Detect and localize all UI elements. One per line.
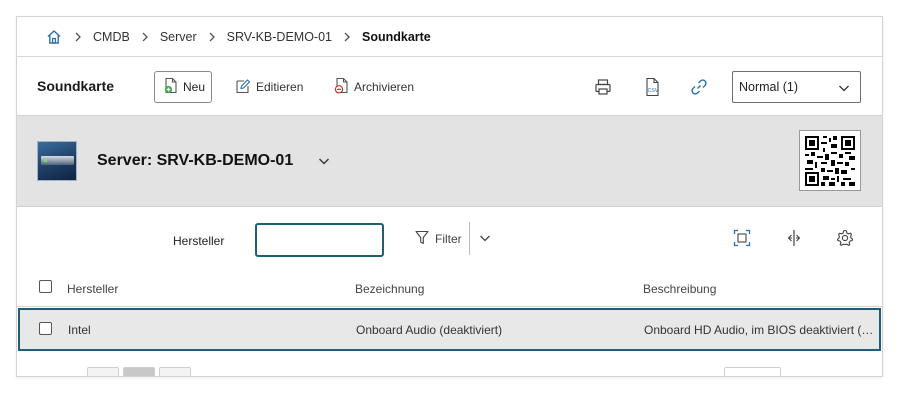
qr-code[interactable] xyxy=(799,130,861,191)
filter-icon xyxy=(415,230,429,248)
column-header-beschreibung[interactable]: Beschreibung xyxy=(643,282,716,296)
fullscreen-icon[interactable] xyxy=(731,227,753,249)
cell-bezeichnung: Onboard Audio (deaktiviert) xyxy=(356,323,503,337)
svg-text:CSV: CSV xyxy=(648,88,659,94)
object-header: Server: SRV-KB-DEMO-01 xyxy=(17,116,882,207)
filter-row: Hersteller Filter xyxy=(17,207,882,267)
page-title: Soundkarte xyxy=(37,78,115,94)
toolbar: Soundkarte Neu Editieren Archivieren CSV xyxy=(17,57,882,116)
csv-export-icon[interactable]: CSV xyxy=(641,76,663,98)
filter-field-label: Hersteller xyxy=(173,234,225,248)
column-resize-icon[interactable] xyxy=(783,227,805,249)
home-icon[interactable] xyxy=(45,28,63,46)
pagination-button[interactable] xyxy=(87,367,119,376)
chevron-right-icon xyxy=(332,32,362,42)
new-button-label: Neu xyxy=(183,80,206,94)
chevron-right-icon xyxy=(130,32,160,42)
pagination-button[interactable] xyxy=(123,367,155,376)
table-row[interactable]: Intel Onboard Audio (deaktiviert) Onboar… xyxy=(18,308,881,351)
print-icon[interactable] xyxy=(592,76,614,98)
manufacturer-filter-input[interactable] xyxy=(255,223,384,257)
gear-icon[interactable] xyxy=(834,227,856,249)
new-document-icon xyxy=(163,77,179,97)
new-button[interactable]: Neu xyxy=(154,71,212,103)
cell-hersteller: Intel xyxy=(68,323,91,337)
breadcrumb: CMDB Server SRV-KB-DEMO-01 Soundkarte xyxy=(17,17,882,57)
view-mode-value: Normal (1) xyxy=(739,80,799,94)
edit-button[interactable]: Editieren xyxy=(235,71,303,103)
server-thumbnail xyxy=(37,141,77,181)
row-checkbox[interactable] xyxy=(39,322,52,335)
column-header-hersteller[interactable]: Hersteller xyxy=(67,282,118,296)
archive-button[interactable]: Archivieren xyxy=(333,71,414,103)
chevron-right-icon xyxy=(197,32,227,42)
table-header: Hersteller Bezeichnung Beschreibung xyxy=(17,267,882,307)
edit-icon xyxy=(235,78,251,97)
cell-beschreibung: Onboard HD Audio, im BIOS deaktiviert (… xyxy=(644,323,874,337)
app-frame: CMDB Server SRV-KB-DEMO-01 Soundkarte So… xyxy=(16,16,883,377)
chevron-down-icon[interactable] xyxy=(478,231,492,245)
filter-button[interactable]: Filter xyxy=(415,228,462,250)
link-icon[interactable] xyxy=(688,76,710,98)
divider xyxy=(469,222,470,255)
chevron-down-icon xyxy=(838,82,850,97)
breadcrumb-current: Soundkarte xyxy=(362,29,431,44)
select-all-checkbox[interactable] xyxy=(39,280,52,293)
page-size-select[interactable] xyxy=(724,367,781,376)
archive-icon xyxy=(333,77,349,97)
object-title: Server: SRV-KB-DEMO-01 xyxy=(97,152,294,169)
breadcrumb-item-server[interactable]: Server xyxy=(160,30,197,44)
pagination-button[interactable] xyxy=(159,367,191,376)
breadcrumb-item-cmdb[interactable]: CMDB xyxy=(93,30,130,44)
chevron-down-icon[interactable] xyxy=(317,154,331,168)
filter-button-label: Filter xyxy=(435,232,462,246)
breadcrumb-item-srv[interactable]: SRV-KB-DEMO-01 xyxy=(227,30,332,44)
archive-button-label: Archivieren xyxy=(354,80,415,94)
column-header-bezeichnung[interactable]: Bezeichnung xyxy=(355,282,424,296)
view-mode-select[interactable]: Normal (1) xyxy=(732,71,861,103)
chevron-right-icon xyxy=(63,32,93,42)
edit-button-label: Editieren xyxy=(256,80,304,94)
